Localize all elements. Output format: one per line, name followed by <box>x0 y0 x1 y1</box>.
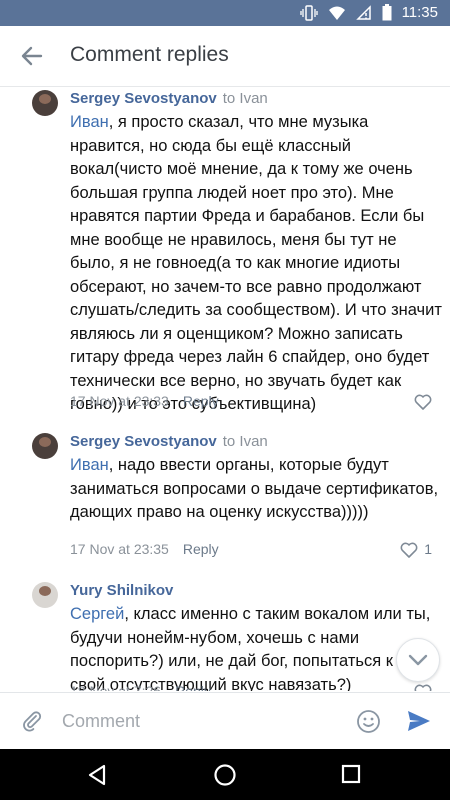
reply-button[interactable]: Reply <box>183 541 219 557</box>
page-title: Comment replies <box>70 43 229 66</box>
comment-body: , я просто сказал, что мне музыка нравит… <box>70 113 442 413</box>
comment-author[interactable]: Yury Shilnikov <box>70 582 173 599</box>
mention-link[interactable]: Иван <box>70 456 109 474</box>
back-arrow-icon[interactable] <box>18 42 46 70</box>
avatar[interactable] <box>32 433 58 459</box>
mention-link[interactable]: Сергей <box>70 605 124 623</box>
comments-feed[interactable]: Sergey Sevostyanov to Ivan Иван, я просто… <box>0 87 450 691</box>
navigation-bar <box>0 749 450 800</box>
heart-icon[interactable] <box>414 393 432 411</box>
comment-input-bar: Comment <box>0 692 450 750</box>
reply-to-label: to Ivan <box>222 433 268 450</box>
wifi-icon <box>328 6 345 20</box>
status-bar: 11:35 <box>0 0 450 26</box>
comment-body: , класс именно с таким вокалом или ты, б… <box>70 605 431 691</box>
heart-icon[interactable] <box>400 541 418 559</box>
mention-link[interactable]: Иван <box>70 113 109 131</box>
comment-time: 17 Nov at 23:35 <box>70 541 169 557</box>
comment-body: , надо ввести органы, которые будут зани… <box>70 456 439 521</box>
scroll-down-button[interactable] <box>396 638 440 682</box>
vibrate-icon <box>299 4 318 21</box>
reply-button[interactable]: Reply <box>175 683 211 691</box>
like-count: 1 <box>424 541 432 557</box>
battery-icon <box>382 4 392 21</box>
nav-back-icon[interactable] <box>86 763 108 787</box>
comment-time: 17 Nov at 23:33 <box>70 393 169 409</box>
comment-text: Иван, я просто сказал, что мне музыка нр… <box>70 111 442 417</box>
reply-to-label: to Ivan <box>222 90 268 107</box>
comment-text: Иван, надо ввести органы, которые будут … <box>70 454 442 525</box>
comment-text: Сергей, класс именно с таким вокалом или… <box>70 603 442 691</box>
comment-author[interactable]: Sergey Sevostyanov <box>70 90 217 107</box>
nav-home-icon[interactable] <box>213 763 237 787</box>
app-bar: Comment replies <box>0 26 450 87</box>
comment-time: 18 Nov at 7:26 <box>70 683 162 691</box>
avatar[interactable] <box>32 582 58 608</box>
reply-button[interactable]: Reply <box>183 393 219 409</box>
status-time: 11:35 <box>401 4 438 21</box>
nav-recents-icon[interactable] <box>341 764 361 784</box>
heart-icon[interactable] <box>414 683 432 691</box>
send-icon[interactable] <box>406 709 432 733</box>
chevron-down-icon <box>408 654 428 666</box>
comment-input[interactable]: Comment <box>62 711 140 732</box>
emoji-icon[interactable] <box>356 709 381 734</box>
attach-icon[interactable] <box>20 709 44 733</box>
comment-author[interactable]: Sergey Sevostyanov <box>70 433 217 450</box>
no-sim-icon <box>355 4 371 20</box>
avatar[interactable] <box>32 90 58 116</box>
